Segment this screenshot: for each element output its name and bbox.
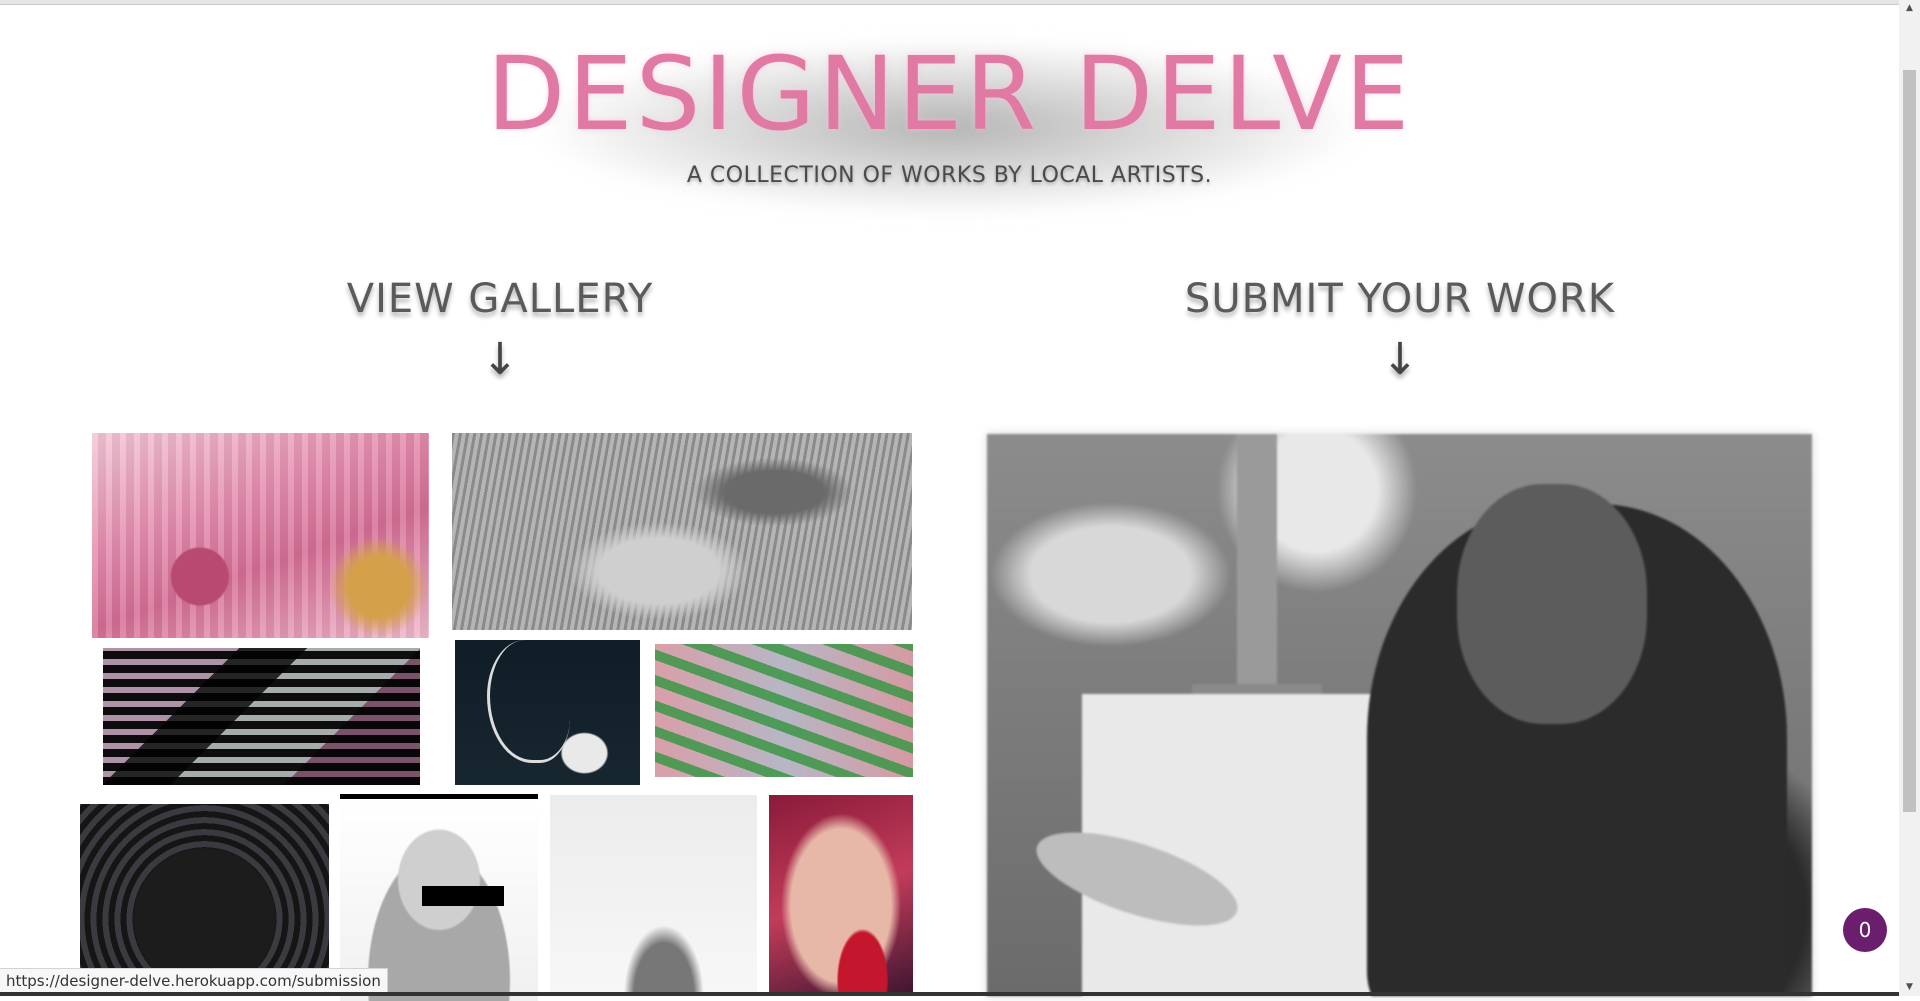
submit-your-work-heading[interactable]: SUBMIT YOUR WORK bbox=[1150, 276, 1650, 322]
view-gallery-heading[interactable]: VIEW GALLERY bbox=[300, 276, 700, 322]
gallery-image-white-flower[interactable] bbox=[455, 640, 640, 785]
gallery-image-pink-rose[interactable] bbox=[92, 433, 429, 638]
painter-head bbox=[1457, 484, 1647, 724]
site-title: DESIGNER DELVE bbox=[486, 35, 1413, 154]
vertical-scrollbar[interactable]: ▲ ▼ bbox=[1899, 0, 1920, 996]
site-tagline: A COLLECTION OF WORKS BY LOCAL ARTISTS. bbox=[686, 163, 1213, 188]
gallery-image-tree[interactable] bbox=[550, 795, 757, 996]
gallery-image-graffiti[interactable] bbox=[655, 644, 913, 777]
easel-post bbox=[1237, 434, 1277, 714]
gallery-image-collage[interactable] bbox=[103, 648, 420, 785]
scroll-down-icon[interactable]: ▼ bbox=[1899, 979, 1920, 996]
scrollbar-thumb[interactable] bbox=[1903, 70, 1916, 812]
scroll-up-icon[interactable]: ▲ bbox=[1899, 0, 1920, 17]
bottom-border bbox=[0, 992, 1899, 996]
down-arrow-icon: ↓ bbox=[481, 334, 519, 385]
top-border bbox=[0, 0, 1899, 5]
link-status-url: https://designer-delve.herokuapp.com/sub… bbox=[0, 968, 388, 994]
gallery-image-leopard[interactable] bbox=[452, 433, 912, 630]
gallery-image-red-face[interactable] bbox=[769, 795, 913, 996]
down-arrow-icon: ↓ bbox=[1381, 334, 1419, 385]
submit-work-image[interactable] bbox=[987, 434, 1812, 996]
cart-count-badge[interactable]: 0 bbox=[1843, 908, 1887, 952]
